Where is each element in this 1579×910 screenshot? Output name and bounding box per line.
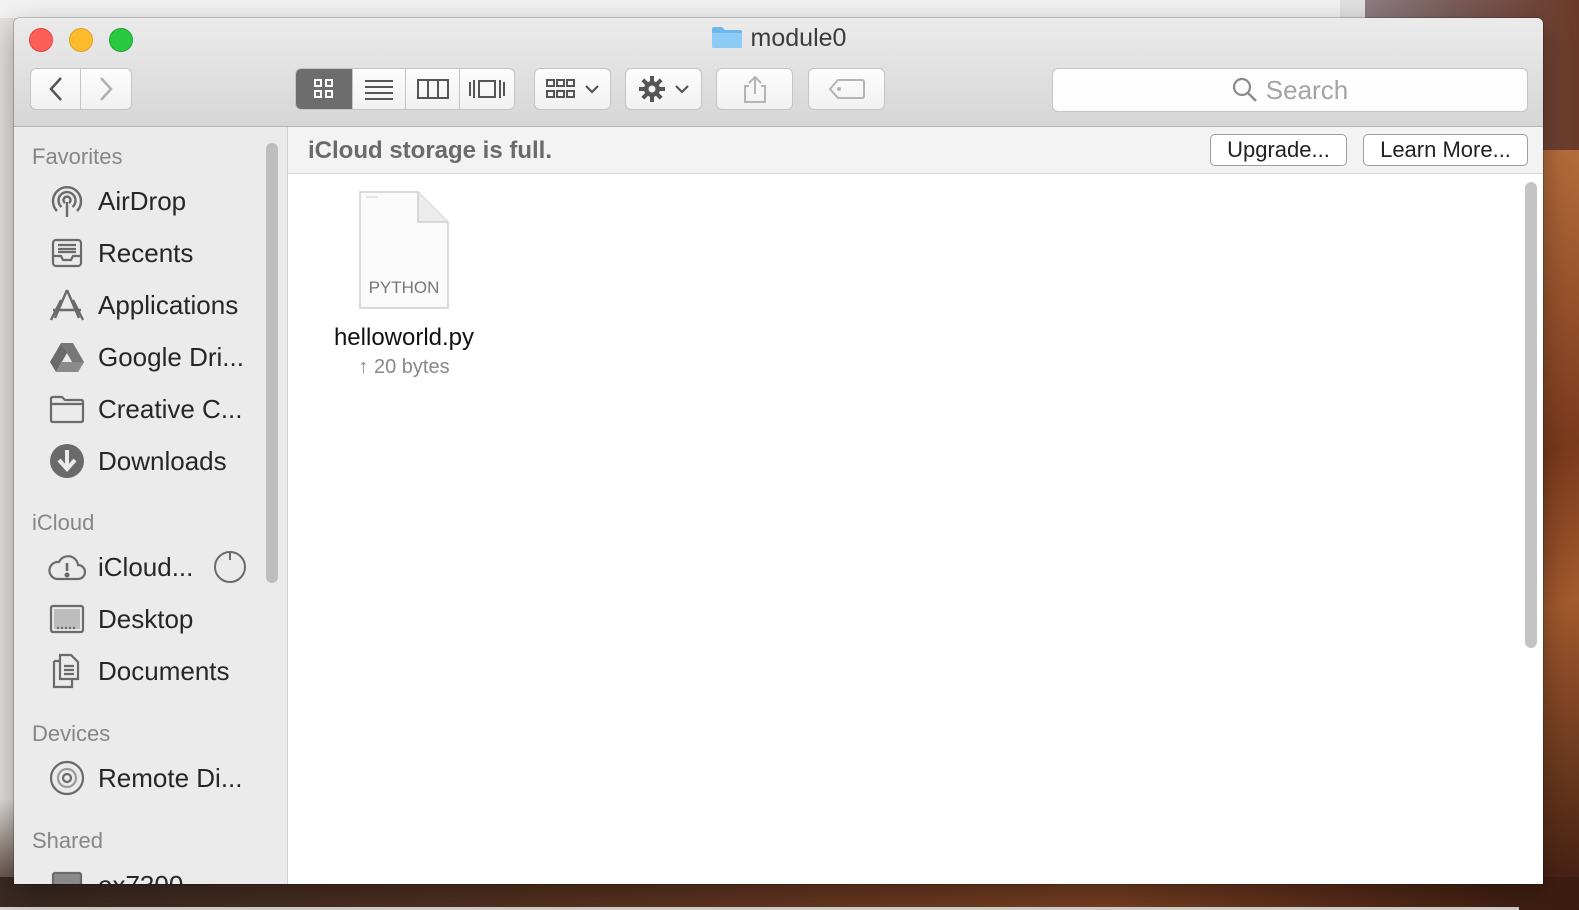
sidebar-section-favorites: Favorites — [32, 144, 123, 169]
icloud-icon — [48, 549, 86, 585]
sidebar-item-label: Recents — [98, 237, 194, 268]
sidebar-item-label: Downloads — [98, 445, 227, 476]
share-button[interactable] — [716, 68, 793, 110]
search-placeholder: Search — [1265, 74, 1349, 105]
desktop-icon — [48, 601, 86, 637]
list-icon — [365, 80, 393, 100]
sidebar-item-downloads[interactable]: Downloads — [48, 439, 227, 483]
sidebar-item-label: AirDrop — [98, 185, 187, 216]
columns-icon — [416, 79, 449, 99]
tags-button[interactable] — [808, 68, 885, 110]
search-field[interactable]: Search — [1052, 68, 1528, 112]
arrange-grid-icon — [545, 79, 575, 98]
view-mode-control — [295, 68, 515, 110]
sidebar-item-google-drive[interactable]: Google Dri... — [48, 335, 244, 379]
gear-icon — [638, 76, 665, 102]
window-title-text: module0 — [750, 24, 847, 52]
airdrop-icon — [48, 183, 86, 219]
google-drive-icon — [48, 339, 86, 375]
icon-grid-icon — [314, 79, 333, 98]
sidebar-item-icloud-drive[interactable]: iCloud... — [48, 545, 247, 589]
sidebar-item-airdrop[interactable]: AirDrop — [48, 179, 186, 223]
sidebar-item-label: iCloud... — [98, 551, 194, 582]
sidebar: Favorites AirDrop Recents Applications G… — [14, 127, 288, 884]
title-bar: module0 Search — [14, 18, 1543, 127]
back-button[interactable] — [31, 69, 81, 109]
tag-icon — [828, 79, 865, 99]
sidebar-item-creative-cloud[interactable]: Creative C... — [48, 387, 243, 431]
sidebar-item-remote-disc[interactable]: Remote Di... — [48, 756, 243, 800]
finder-window: module0 Search Favorites AirDrop Recents… — [14, 18, 1543, 884]
forward-button[interactable] — [81, 69, 131, 109]
file-meta: ↑ 20 bytes — [358, 356, 450, 378]
downloads-icon — [48, 443, 86, 479]
sidebar-section-icloud: iCloud — [32, 510, 95, 535]
folder-icon — [48, 391, 86, 427]
computer-icon — [48, 867, 86, 884]
action-button[interactable] — [625, 68, 702, 110]
window-title: module0 — [14, 24, 1543, 56]
file-type-label: PYTHON — [368, 278, 440, 297]
sidebar-item-label: Applications — [98, 289, 239, 320]
sidebar-item-label: ex7300 — [98, 870, 183, 885]
sidebar-section-shared: Shared — [32, 828, 103, 853]
sidebar-item-applications[interactable]: Applications — [48, 283, 238, 327]
learn-more-button[interactable]: Learn More... — [1363, 134, 1528, 166]
folder-icon — [711, 25, 743, 56]
documents-icon — [48, 653, 86, 689]
sidebar-scrollbar[interactable] — [266, 143, 278, 583]
arrange-button[interactable] — [534, 68, 611, 110]
icon-view-button[interactable] — [296, 69, 353, 109]
sidebar-item-documents[interactable]: Documents — [48, 649, 230, 693]
applications-icon — [48, 287, 86, 323]
search-icon — [1232, 77, 1257, 102]
sidebar-item-shared-computer[interactable]: ex7300 — [48, 863, 183, 884]
recents-icon — [48, 235, 86, 271]
remote-disc-icon — [48, 760, 86, 796]
content-scrollbar[interactable] — [1525, 182, 1537, 648]
chevron-down-icon — [584, 85, 599, 94]
navigation-buttons — [30, 68, 132, 110]
sidebar-item-label: Remote Di... — [98, 762, 243, 793]
background-window — [0, 0, 1341, 18]
upgrade-button[interactable]: Upgrade... — [1210, 134, 1347, 166]
cover-flow-icon — [469, 80, 505, 98]
sidebar-section-devices: Devices — [32, 721, 111, 746]
cover-flow-view-button[interactable] — [460, 69, 514, 109]
chevron-down-icon — [674, 85, 689, 94]
sidebar-item-label: Documents — [98, 655, 230, 686]
python-file-icon: PYTHON — [358, 190, 450, 310]
file-name: helloworld.py — [333, 324, 475, 351]
background-window-edge — [1340, 0, 1365, 18]
sidebar-item-recents[interactable]: Recents — [48, 231, 193, 275]
list-view-button[interactable] — [353, 69, 406, 109]
chevron-right-icon — [100, 77, 113, 101]
file-item[interactable]: PYTHON helloworld.py ↑ 20 bytes — [318, 190, 490, 379]
sidebar-item-label: Desktop — [98, 603, 194, 634]
sidebar-item-label: Google Dri... — [98, 341, 244, 372]
banner-message: iCloud storage is full. — [308, 137, 553, 164]
sidebar-item-desktop[interactable]: Desktop — [48, 597, 193, 641]
column-view-button[interactable] — [406, 69, 460, 109]
sidebar-item-label: Creative C... — [98, 393, 243, 424]
storage-progress-icon — [213, 550, 247, 584]
share-icon — [743, 75, 766, 103]
chevron-left-icon — [48, 77, 62, 101]
icloud-storage-banner: iCloud storage is full. Upgrade... Learn… — [288, 127, 1543, 174]
file-browser-content: PYTHON helloworld.py ↑ 20 bytes — [288, 174, 1543, 884]
